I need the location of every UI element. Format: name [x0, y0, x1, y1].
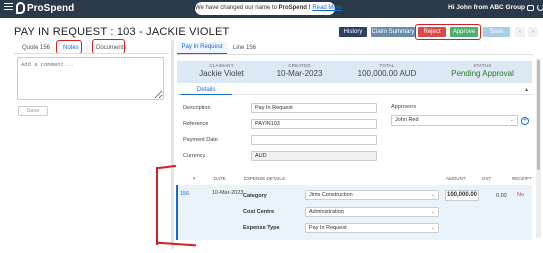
annotation-circle-actions — [415, 24, 481, 40]
page-title: PAY IN REQUEST : 103 - JACKIE VIOLET — [14, 26, 230, 38]
brand-logo[interactable]: ProSpend — [16, 2, 74, 16]
approver-value: John Red — [395, 117, 419, 123]
annotation-circle-documents — [92, 39, 125, 54]
category-label: Category — [243, 193, 267, 199]
col-expense-details: EXPENSE DETAILS — [244, 176, 285, 181]
gst-value: 0.00 — [496, 193, 507, 199]
top-bar: ProSpend We have changed our name to Pro… — [0, 0, 543, 18]
read-more-link[interactable]: Read More — [312, 5, 342, 11]
expense-type-select[interactable]: Pay In Request ⌄ — [305, 223, 439, 233]
annotation-circle-notes — [56, 40, 82, 54]
row-date: 10-Mar-2023 — [212, 190, 244, 196]
user-greeting[interactable]: Hi John from ABC Group — [448, 4, 525, 11]
status-summary: STATUS Pending Approval — [445, 61, 520, 78]
col-date: DATE — [214, 176, 226, 181]
approvers-label: Approvers — [391, 104, 417, 110]
details-header: Details ▴ — [177, 86, 533, 95]
notice-text: We have changed our name to — [195, 5, 277, 11]
rename-notice: We have changed our name to ProSpend ! R… — [195, 2, 342, 15]
currency-field[interactable]: AUD — [251, 151, 377, 161]
reference-field[interactable]: PAYIN103 — [251, 119, 377, 129]
currency-label: Currency — [183, 153, 206, 159]
chevron-down-icon: ⌄ — [430, 209, 435, 215]
claimant-value: Jackie Violet — [199, 69, 244, 78]
cost-centre-label: Cost Centre — [243, 209, 275, 215]
created-label: CREATED — [288, 63, 311, 68]
col-receipt: RECEIPT — [512, 176, 532, 181]
description-field[interactable]: Pay In Request — [251, 103, 377, 113]
power-icon[interactable] — [537, 4, 543, 11]
annotation-stroke-bottom — [155, 241, 197, 247]
cost-centre-select[interactable]: Administration ⌄ — [305, 207, 439, 217]
comment-save-button[interactable]: Save — [18, 106, 48, 116]
summary-banner: CLAIMANT Jackie Violet CREATED 10-Mar-20… — [177, 61, 532, 83]
total-label: TOTAL — [379, 63, 395, 68]
scrollbar-thumb[interactable] — [537, 60, 540, 170]
hamburger-menu-icon[interactable] — [4, 3, 13, 12]
tab-pay-in-request[interactable]: Pay In Request — [177, 42, 227, 54]
brand-name: ProSpend — [27, 3, 75, 14]
chevron-down-icon: ⌄ — [430, 192, 435, 198]
chat-icon[interactable] — [527, 5, 534, 11]
created-value: 10-Mar-2023 — [276, 69, 323, 78]
reference-label: Reference — [183, 121, 209, 127]
annotation-bracket — [150, 163, 210, 253]
payment-date-field[interactable] — [251, 135, 377, 145]
total-value: 100,000.00 AUD — [357, 69, 417, 78]
tab-quote[interactable]: Quote 156 — [22, 45, 50, 51]
total-summary: TOTAL 100,000.00 AUD — [357, 61, 417, 78]
receipt-status[interactable]: No — [517, 192, 524, 198]
claimant-summary: CLAIMANT Jackie Violet — [189, 61, 254, 78]
scrollbar[interactable] — [536, 58, 541, 238]
status-label: STATUS — [473, 63, 492, 68]
claimant-label: CLAIMANT — [209, 63, 234, 68]
tab-divider — [14, 53, 169, 54]
table-row[interactable]: 156 10-Mar-2023 Category Jims Constructi… — [176, 185, 532, 240]
expense-grid-header: # DATE EXPENSE DETAILS AMOUNT GST RECEIP… — [176, 176, 532, 184]
expense-type-label: Expense Type — [243, 225, 280, 231]
category-select[interactable]: Jims Construction ⌄ — [305, 190, 439, 200]
chevron-down-icon: ⌄ — [430, 225, 435, 231]
details-tab[interactable]: Details — [197, 87, 215, 93]
col-amount: AMOUNT — [446, 176, 466, 181]
history-button[interactable]: History — [339, 27, 367, 37]
payment-date-label: Payment Date — [183, 137, 218, 143]
annotation-stroke-top — [157, 164, 177, 170]
approver-select[interactable]: John Red ⌄ — [391, 115, 518, 126]
col-gst: GST — [482, 176, 492, 181]
description-label: Description — [183, 105, 211, 111]
annotation-stroke-left — [156, 167, 158, 245]
right-tab-divider — [177, 54, 533, 55]
comment-input[interactable] — [17, 57, 164, 100]
details-tab-underline — [180, 94, 232, 95]
tab-line[interactable]: Line 156 — [233, 45, 256, 51]
previous-button[interactable]: ‹ — [515, 27, 525, 37]
next-button[interactable]: › — [528, 27, 538, 37]
category-value: Jims Construction — [309, 192, 353, 198]
cost-centre-value: Administration — [309, 209, 344, 215]
add-approver-icon[interactable]: + — [521, 117, 529, 125]
status-value: Pending Approval — [451, 69, 514, 78]
collapse-icon[interactable]: ▴ — [525, 86, 528, 93]
save-button[interactable]: Save — [483, 27, 510, 37]
amount-field[interactable]: 100,000.00 — [445, 190, 479, 201]
created-summary: CREATED 10-Mar-2023 — [267, 61, 332, 78]
notice-brand: ProSpend ! — [278, 5, 311, 11]
expense-type-value: Pay In Request — [309, 225, 347, 231]
claim-summary-button[interactable]: Claim Summary — [371, 27, 415, 37]
chevron-down-icon: ⌄ — [509, 117, 514, 123]
